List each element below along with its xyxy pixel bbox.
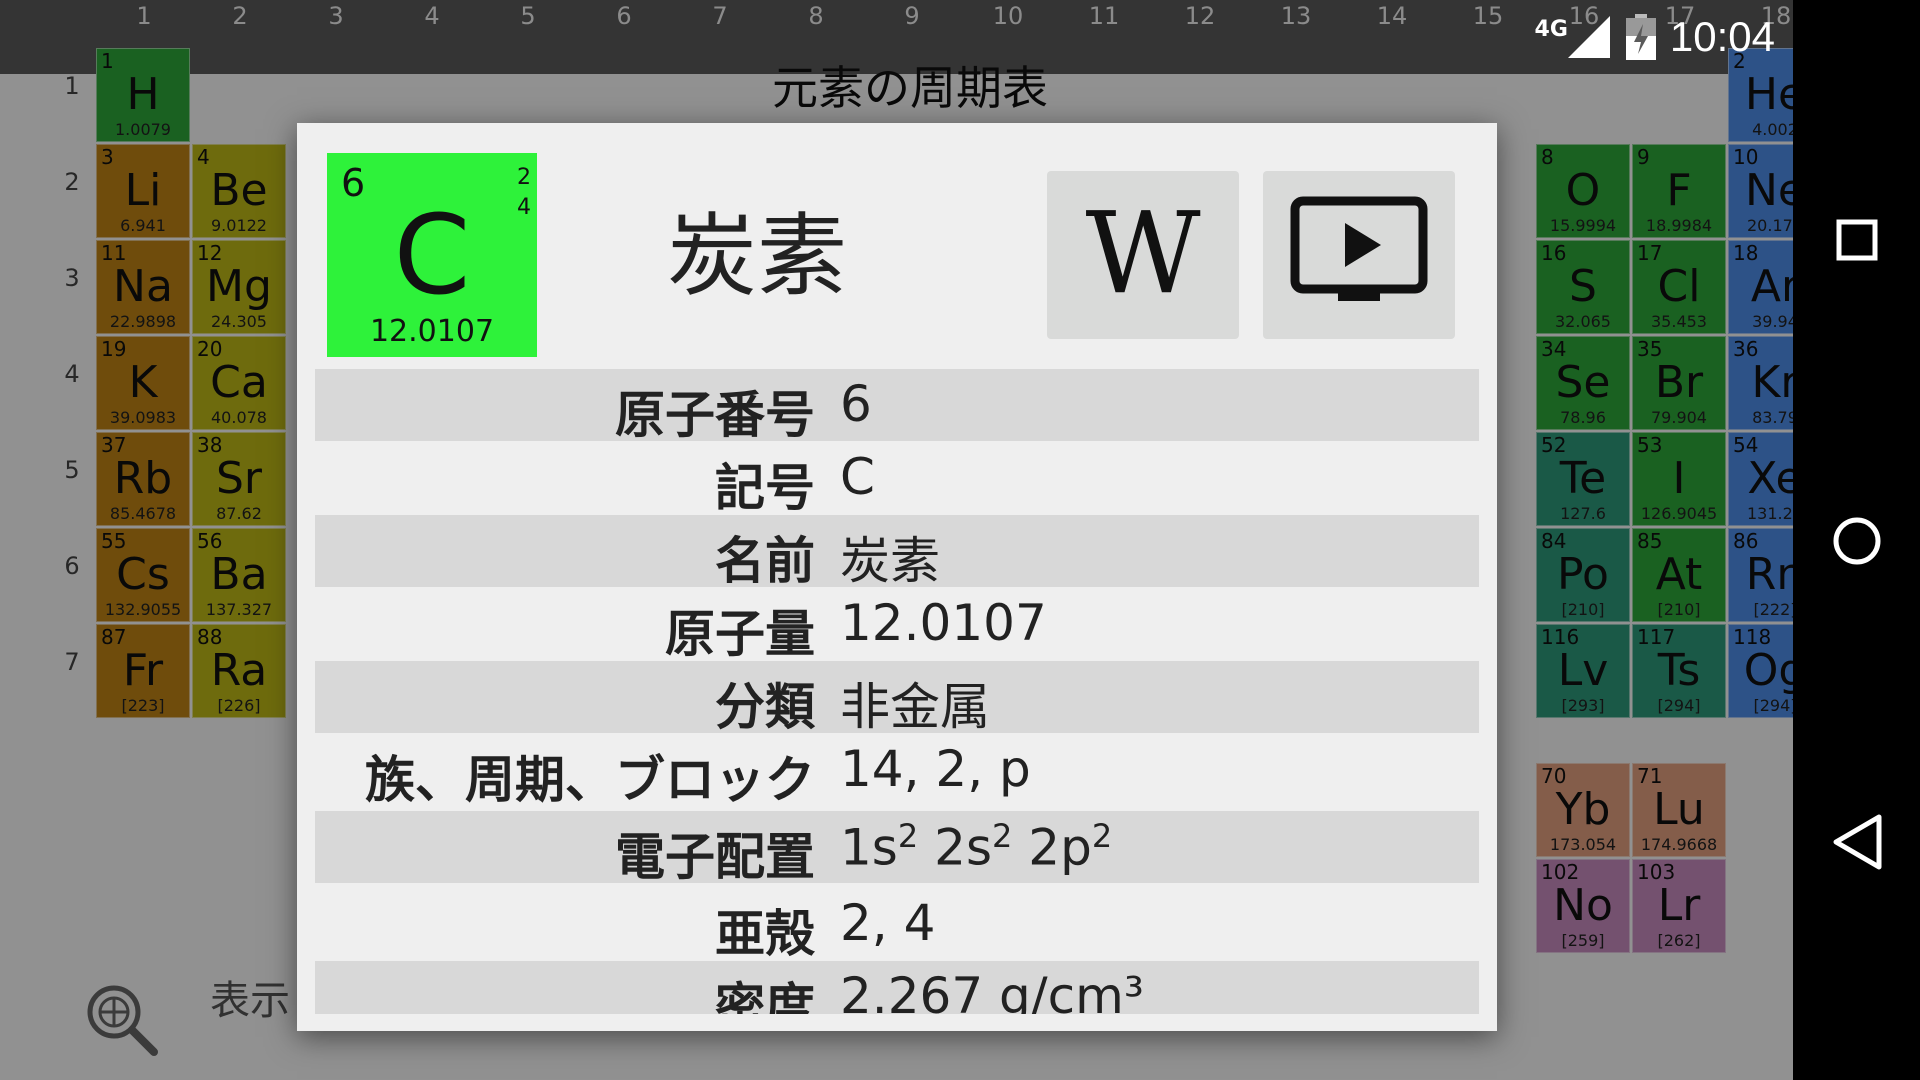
app-screen: 1 2 3 4 5 6 7 8 9 10 11 12 13 14 15 16 17 18 元素の周期表 12345… xyxy=(0,0,1793,1080)
property-value: 2, 4 xyxy=(840,894,936,952)
tile-mass: 12.0107 xyxy=(369,314,495,349)
property-value: C xyxy=(840,448,875,506)
tile-symbol: C xyxy=(393,191,471,319)
property-key: 密度 xyxy=(715,978,815,1014)
tile-shell-value: 2 xyxy=(517,165,531,190)
recents-square-icon[interactable] xyxy=(1835,218,1879,262)
network-type-label: 4G xyxy=(1534,16,1568,42)
tv-play-icon xyxy=(1290,196,1428,301)
property-key: 電子配置 xyxy=(615,828,815,886)
video-button[interactable] xyxy=(1263,171,1455,339)
signal-icon xyxy=(1567,16,1610,58)
property-row: 名前 炭素 xyxy=(315,515,1479,590)
property-row: 原子量 12.0107 xyxy=(315,588,1479,663)
property-row: 電子配置 1s2 2s2 2p2 xyxy=(315,811,1479,886)
property-row: 族、周期、ブロック 14, 2, p xyxy=(315,734,1479,809)
property-value: 12.0107 xyxy=(840,594,1047,652)
property-value: 14, 2, p xyxy=(840,740,1031,798)
property-row: 密度 2.267 g/cm³ xyxy=(315,961,1479,1014)
property-key: 亜殻 xyxy=(715,905,815,963)
element-tile: 6 2 4 C 12.0107 xyxy=(327,153,537,357)
back-triangle-icon[interactable] xyxy=(1829,812,1885,872)
property-value: 6 xyxy=(840,375,872,433)
clock-time: 10:04 xyxy=(1669,13,1775,60)
status-bar: 4G 10:04 xyxy=(1535,0,1793,74)
property-value: 2.267 g/cm³ xyxy=(840,967,1144,1014)
battery-icon xyxy=(1625,14,1656,60)
property-row: 分類 非金属 xyxy=(315,661,1479,736)
property-row: 記号 C xyxy=(315,442,1479,517)
property-key: 原子量 xyxy=(665,605,815,663)
property-row: 亜殻 2, 4 xyxy=(315,888,1479,963)
property-row: 原子番号 6 xyxy=(315,369,1479,444)
property-list[interactable]: 原子番号 6 記号 C 名前 炭素 原子量 12.0107 分類 非金属 族、周期、ブロック 14, … xyxy=(315,369,1479,1014)
property-key: 族、周期、ブロック xyxy=(365,751,815,809)
wikipedia-button[interactable]: W xyxy=(1047,171,1239,339)
property-key: 原子番号 xyxy=(615,386,815,444)
property-key: 名前 xyxy=(715,532,815,590)
element-detail-dialog: 6 2 4 C 12.0107 炭素 W 原子番号 6 記号 C 名前 炭素 原子量 12.0… xyxy=(297,123,1497,1031)
element-name-heading: 炭素 xyxy=(667,204,847,309)
property-key: 記号 xyxy=(715,459,815,517)
navigation-bar xyxy=(1793,0,1920,1080)
property-value: 1s2 2s2 2p2 xyxy=(840,817,1113,877)
property-key: 分類 xyxy=(715,678,815,736)
home-circle-icon[interactable] xyxy=(1831,515,1883,567)
property-value: 非金属 xyxy=(840,678,990,736)
property-value: 炭素 xyxy=(840,532,940,590)
wikipedia-icon: W xyxy=(1085,189,1201,319)
